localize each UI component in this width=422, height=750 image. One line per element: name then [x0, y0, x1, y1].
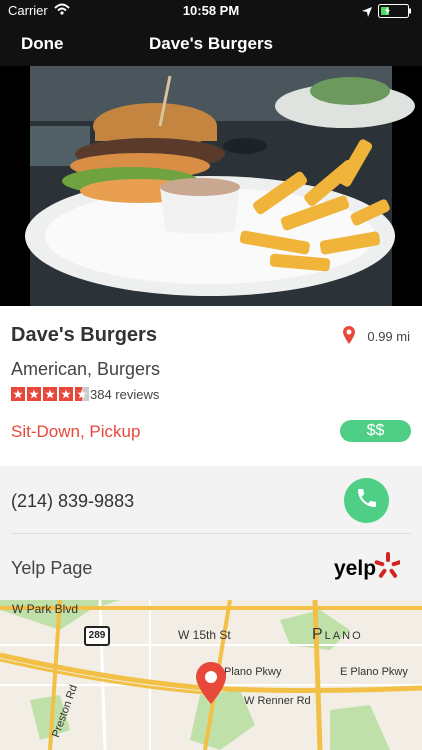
rating-stars: [11, 387, 89, 401]
cuisine-text: American, Burgers: [11, 359, 161, 379]
price-badge: $$: [340, 420, 411, 442]
yelp-page-label[interactable]: Yelp Page: [11, 558, 92, 579]
star-icon: [11, 387, 25, 401]
review-count: 384 reviews: [90, 387, 160, 402]
navigation-bar: Done Dave's Burgers: [0, 22, 422, 66]
status-bar: Carrier 10:58 PM: [0, 0, 422, 22]
half-star-icon: [75, 387, 89, 401]
distance: 0.99 mi: [343, 326, 410, 347]
highway-289-badge: 289: [84, 626, 110, 646]
restaurant-name: Dave's Burgers: [11, 324, 157, 346]
map-label-plano: Plano: [312, 626, 363, 643]
location-map[interactable]: W Park Blvd 289 W 15th St Plano Plano Pk…: [0, 600, 422, 750]
phone-icon: [355, 486, 379, 515]
restaurant-photo: [0, 66, 422, 306]
map-label-w-park: W Park Blvd: [12, 602, 79, 616]
star-icon: [59, 387, 73, 401]
phone-number[interactable]: (214) 839-9883: [11, 491, 134, 512]
map-label-renner: W Renner Rd: [244, 695, 311, 707]
location-arrow-icon: [362, 5, 372, 20]
star-icon: [43, 387, 57, 401]
battery-icon: [378, 4, 414, 21]
distance-text: 0.99 mi: [367, 329, 410, 344]
highway-289-label: 289: [88, 630, 106, 641]
contact-section: (214) 839-9883 Yelp Page yelp: [0, 466, 422, 600]
divider: [11, 533, 411, 534]
yelp-logo-icon[interactable]: yelp: [334, 550, 402, 584]
yelp-logo-text: yelp: [334, 557, 376, 580]
location-pin-icon: [343, 326, 356, 347]
page-title: Dave's Burgers: [148, 34, 274, 53]
map-pin-icon[interactable]: [196, 662, 226, 709]
status-time: 10:58 PM: [182, 3, 240, 18]
map-label-e-plano-pkwy: E Plano Pkwy: [340, 666, 408, 678]
restaurant-info: Dave's Burgers 0.99 mi American, Burgers…: [0, 306, 422, 466]
map-label-w15: W 15th St: [178, 628, 231, 642]
call-button[interactable]: [344, 478, 389, 523]
map-label-plano-pkwy: Plano Pkwy: [224, 666, 282, 678]
service-options: Sit-Down, Pickup: [11, 422, 141, 441]
star-icon: [27, 387, 41, 401]
status-right: [362, 4, 414, 21]
